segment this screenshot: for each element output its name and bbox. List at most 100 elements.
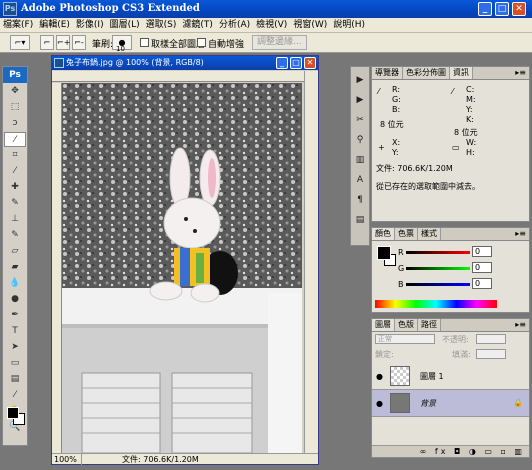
doc-maximize-button[interactable]: □ (290, 57, 302, 69)
menu-help[interactable]: 說明(H) (330, 18, 368, 33)
layer-name: 圖層 1 (420, 372, 444, 381)
healing-brush-icon[interactable]: ✚ (4, 180, 26, 195)
menu-window[interactable]: 視窗(W) (290, 18, 330, 33)
eyedropper-icon[interactable]: ⁄ (4, 388, 26, 403)
sample-all-layers-checkbox[interactable] (140, 38, 149, 47)
eye-icon[interactable]: ● (376, 399, 383, 408)
fill-input[interactable] (476, 349, 506, 359)
menu-bar: 檔案(F) 編輯(E) 影像(I) 圖層(L) 選取(S) 濾鏡(T) 分析(A) 檢視(V)… (0, 18, 532, 33)
menu-file[interactable]: 檔案(F) (0, 18, 36, 33)
tab-info[interactable]: 資訊 (450, 67, 473, 79)
actions-icon[interactable]: ▶ (352, 93, 368, 107)
info-r-label: R: (392, 85, 401, 94)
brushes-icon[interactable]: ▥ (352, 153, 368, 167)
brush-size: 10 (116, 45, 125, 53)
auto-enhance-checkbox[interactable] (197, 38, 206, 47)
info-bit-left: 8 位元 (380, 120, 404, 129)
dodge-tool-icon[interactable]: ● (4, 292, 26, 307)
slider-r[interactable] (406, 251, 470, 254)
menu-filter[interactable]: 濾鏡(T) (179, 18, 216, 33)
menu-view[interactable]: 檢視(V) (253, 18, 290, 33)
blur-tool-icon[interactable]: 💧 (4, 276, 26, 291)
document-status-bar: 100% 文件: 706.6K/1.20M (52, 453, 318, 465)
paragraph-icon[interactable]: ¶ (352, 193, 368, 207)
tab-swatches[interactable]: 色票 (395, 228, 418, 240)
doc-close-button[interactable]: ✕ (304, 57, 316, 69)
panel-menu-icon[interactable]: ▸≡ (515, 68, 526, 77)
opacity-input[interactable] (476, 334, 506, 344)
tab-color[interactable]: 顏色 (372, 228, 395, 240)
quick-selection-tool-icon[interactable]: ⁄ (4, 132, 26, 147)
close-button[interactable]: ✕ (512, 2, 526, 16)
pen-tool-icon[interactable]: ✒ (4, 308, 26, 323)
path-selection-icon[interactable]: ➤ (4, 340, 26, 355)
color-spectrum[interactable] (375, 300, 497, 308)
document-window: 兔子布鍋.jpg @ 100% (背景, RGB/8) _ □ ✕ 100% 文… (51, 55, 319, 465)
tab-layers[interactable]: 圖層 (372, 319, 395, 331)
maximize-button[interactable]: □ (495, 2, 509, 16)
type-tool-icon[interactable]: T (4, 324, 26, 339)
title-bar: Ps Adobe Photoshop CS3 Extended _ □ ✕ (0, 0, 532, 18)
lasso-tool-icon[interactable]: ↄ (4, 116, 26, 131)
tab-channels[interactable]: 色版 (395, 319, 418, 331)
subtract-selection-icon[interactable]: ⌐- (72, 35, 86, 50)
color-panel-menu-icon[interactable]: ▸≡ (515, 229, 526, 238)
zoom-level[interactable]: 100% (52, 454, 82, 465)
menu-edit[interactable]: 編輯(E) (36, 18, 73, 33)
layer-row[interactable]: ● 背景 🔒 (372, 390, 529, 417)
tab-paths[interactable]: 路徑 (418, 319, 441, 331)
image-canvas[interactable] (62, 83, 302, 453)
marquee-tool-icon[interactable]: ⬚ (4, 100, 26, 115)
crop-tool-icon[interactable]: ⌗ (4, 148, 26, 163)
shape-tool-icon[interactable]: ▭ (4, 356, 26, 371)
vertical-ruler (52, 83, 62, 453)
tools-icon[interactable]: ✂ (352, 113, 368, 127)
character-icon[interactable]: A (352, 173, 368, 187)
move-tool-icon[interactable]: ✥ (4, 84, 26, 99)
tab-navigator[interactable]: 導覽器 (372, 67, 403, 79)
history-icon[interactable]: ▶ (352, 73, 368, 87)
vertical-scrollbar[interactable] (304, 71, 318, 453)
add-selection-icon[interactable]: ⌐+ (56, 35, 70, 50)
color-panel: 顏色 色票 樣式 ▸≡ R 0 G 0 B 0 (371, 227, 530, 313)
layers-panel-menu-icon[interactable]: ▸≡ (515, 320, 526, 329)
history-brush-icon[interactable]: ✎ (4, 228, 26, 243)
layers-footer-icons[interactable]: ∞ fx ◘ ◑ ▭ ▫ ▥ (372, 445, 529, 457)
document-size: 文件: 706.6K/1.20M (122, 455, 199, 464)
refine-edge-button[interactable]: 調整邊緣... (252, 35, 307, 50)
value-g[interactable]: 0 (472, 262, 492, 273)
channel-r-label: R (398, 248, 404, 257)
clone-stamp-icon[interactable]: ⊥ (4, 212, 26, 227)
layer-row[interactable]: ● 圖層 1 (372, 363, 529, 390)
value-r[interactable]: 0 (472, 246, 492, 257)
tool-preset-picker[interactable]: ⌐▾ (10, 35, 30, 50)
info-y-coord-label: Y: (392, 148, 399, 157)
tab-histogram[interactable]: 色彩分佈圖 (403, 67, 450, 79)
value-b[interactable]: 0 (472, 278, 492, 289)
layer-comps-icon[interactable]: ▤ (352, 213, 368, 227)
color-fg-swatch[interactable] (377, 246, 391, 260)
document-title-bar: 兔子布鍋.jpg @ 100% (背景, RGB/8) _ □ ✕ (52, 56, 318, 70)
minimize-button[interactable]: _ (478, 2, 492, 16)
tab-styles[interactable]: 樣式 (418, 228, 441, 240)
options-bar: ⌐▾ ⌐ ⌐+ ⌐- 筆刷: ● 10 取樣全部圖層 自動增強 調整邊緣... (0, 33, 532, 53)
menu-layer[interactable]: 圖層(L) (107, 18, 143, 33)
slider-b[interactable] (406, 283, 470, 286)
eye-icon[interactable]: ● (376, 372, 383, 381)
notes-tool-icon[interactable]: ▤ (4, 372, 26, 387)
doc-minimize-button[interactable]: _ (276, 57, 288, 69)
clone-source-icon[interactable]: ⚲ (352, 133, 368, 147)
gradient-tool-icon[interactable]: ▰ (4, 260, 26, 275)
slider-g[interactable] (406, 267, 470, 270)
info-bit-right: 8 位元 (454, 128, 478, 137)
menu-select[interactable]: 選取(S) (143, 18, 180, 33)
blend-mode-select[interactable]: 正常 (375, 334, 435, 344)
lock-label: 鎖定: (375, 350, 394, 359)
eraser-tool-icon[interactable]: ▱ (4, 244, 26, 259)
menu-analysis[interactable]: 分析(A) (216, 18, 253, 33)
brush-tool-icon[interactable]: ✎ (4, 196, 26, 211)
menu-image[interactable]: 影像(I) (73, 18, 107, 33)
eyedropper-tool-icon[interactable]: ⁄ (4, 164, 26, 179)
new-selection-icon[interactable]: ⌐ (40, 35, 54, 50)
foreground-color-swatch[interactable] (7, 407, 19, 419)
